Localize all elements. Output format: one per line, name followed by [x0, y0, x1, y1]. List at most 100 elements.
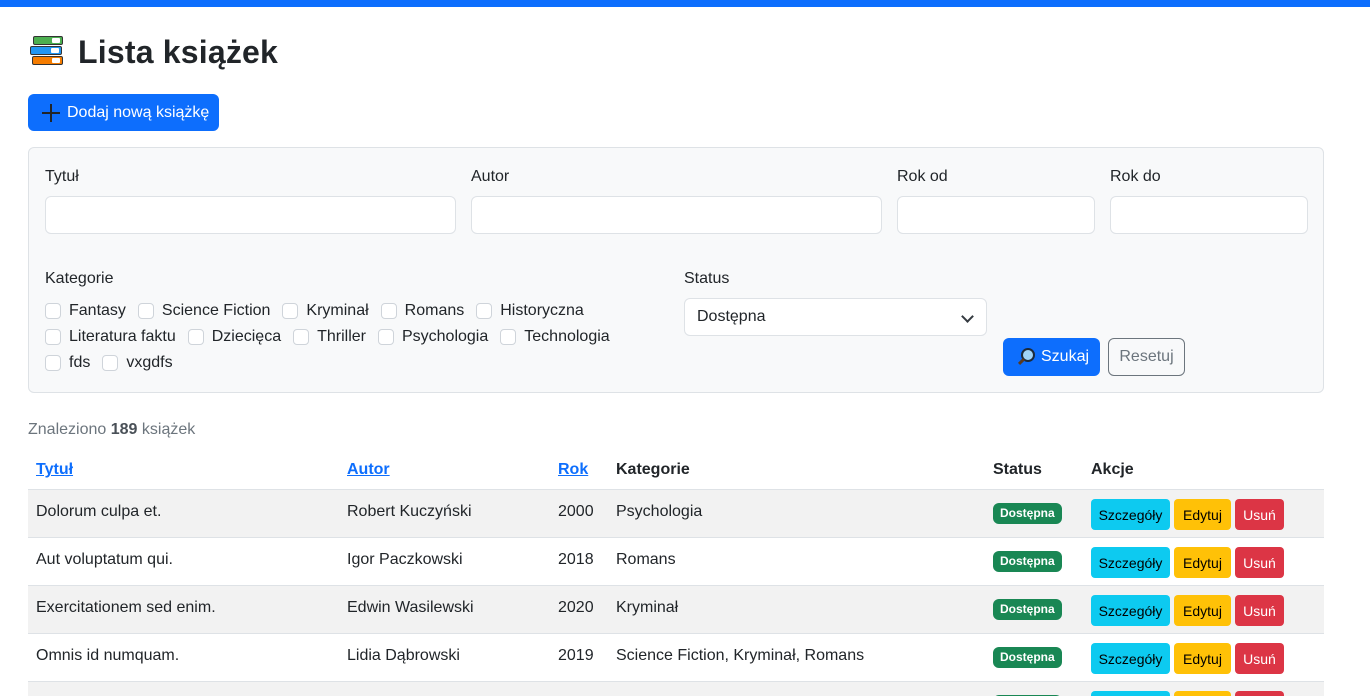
details-button[interactable]: Szczegóły [1091, 595, 1170, 626]
books-table: Tytuł Autor Rok Kategorie Status Akcje D… [28, 452, 1324, 696]
status-label: Status [684, 270, 730, 287]
results-count: Znaleziono 189 książek [28, 421, 196, 438]
year-from-input[interactable] [897, 196, 1095, 234]
book-title: Omnis id numquam. [36, 647, 180, 664]
edit-button[interactable]: Edytuj [1174, 547, 1231, 578]
checkbox[interactable] [500, 329, 517, 345]
category-thriller[interactable]: Thriller [293, 328, 366, 346]
category-kryminal[interactable]: Kryminał [282, 302, 369, 320]
book-title: Aut voluptatum qui. [36, 551, 173, 568]
delete-button[interactable]: Usuń [1235, 643, 1284, 674]
reset-button[interactable]: Resetuj [1108, 338, 1185, 376]
sort-by-author-link[interactable]: Autor [347, 461, 390, 479]
books-icon [28, 34, 66, 70]
delete-button[interactable]: Usuń [1235, 499, 1284, 530]
edit-button[interactable]: Edytuj [1174, 595, 1231, 626]
book-author: Robert Kuczyński [347, 503, 472, 520]
add-book-label: Dodaj nową książkę [67, 103, 210, 121]
book-categories: Kryminał [616, 599, 679, 616]
page-title: Lista książek [78, 33, 279, 70]
book-title: Dolorum culpa et. [36, 503, 162, 520]
book-year: 2018 [558, 551, 594, 568]
sort-by-title-link[interactable]: Tytuł [36, 461, 73, 479]
results-count-number: 189 [110, 421, 138, 438]
book-title: Exercitationem sed enim. [36, 599, 216, 616]
category-romans[interactable]: Romans [380, 302, 464, 320]
details-button[interactable] [1091, 691, 1170, 696]
checkbox[interactable] [476, 303, 493, 319]
book-year: 2019 [558, 647, 594, 664]
year-from-label: Rok od [897, 168, 948, 185]
edit-button[interactable] [1174, 691, 1231, 696]
author-filter-input[interactable] [471, 196, 882, 234]
actions-header: Akcje [1091, 461, 1134, 478]
category-psychologia[interactable]: Psychologia [377, 328, 488, 346]
status-select[interactable]: Dostępna [684, 298, 987, 336]
book-categories: Psychologia [616, 503, 703, 520]
page-header: Lista książek [28, 34, 278, 70]
table-row-partial [28, 682, 1324, 696]
categories-header: Kategorie [616, 461, 690, 478]
book-author: Lidia Dąbrowski [347, 647, 460, 664]
status-badge: Dostępna [993, 647, 1062, 668]
checkbox[interactable] [380, 303, 397, 319]
checkbox[interactable] [45, 355, 61, 371]
edit-button[interactable]: Edytuj [1174, 499, 1231, 530]
title-filter-label: Tytuł [45, 168, 79, 185]
category-literatura-faktu[interactable]: Literatura faktu [45, 328, 176, 346]
add-book-button[interactable]: Dodaj nową książkę [28, 94, 219, 131]
top-accent-bar [0, 0, 1370, 7]
book-author: Igor Paczkowski [347, 551, 463, 568]
delete-button[interactable] [1235, 691, 1284, 696]
checkbox[interactable] [187, 329, 204, 345]
checkbox[interactable] [45, 329, 61, 345]
status-badge: Dostępna [993, 551, 1062, 572]
details-button[interactable]: Szczegóły [1091, 547, 1170, 578]
title-filter-input[interactable] [45, 196, 456, 234]
year-to-input[interactable] [1110, 196, 1308, 234]
category-vxgdfs[interactable]: vxgdfs [102, 354, 173, 372]
checkbox[interactable] [282, 303, 299, 319]
category-technologia[interactable]: Technologia [500, 328, 610, 346]
category-fantasy[interactable]: Fantasy [45, 302, 126, 320]
category-historyczna[interactable]: Historyczna [476, 302, 584, 320]
table-row: Exercitationem sed enim. Edwin Wasilewsk… [28, 586, 1324, 634]
chevron-down-icon [961, 310, 974, 323]
category-science-fiction[interactable]: Science Fiction [137, 302, 270, 320]
edit-button[interactable]: Edytuj [1174, 643, 1231, 674]
author-filter-label: Autor [471, 168, 510, 185]
book-year: 2020 [558, 599, 594, 616]
sort-by-year-link[interactable]: Rok [558, 461, 588, 479]
delete-button[interactable]: Usuń [1235, 547, 1284, 578]
status-badge: Dostępna [993, 503, 1062, 524]
categories-row-1: Fantasy Science Fiction Kryminał Romans … [45, 302, 596, 320]
table-header: Tytuł Autor Rok Kategorie Status Akcje [28, 452, 1324, 490]
checkbox[interactable] [137, 303, 154, 319]
checkbox[interactable] [377, 329, 394, 345]
delete-button[interactable]: Usuń [1235, 595, 1284, 626]
book-year: 2000 [558, 503, 594, 520]
book-categories: Science Fiction, Kryminał, Romans [616, 647, 865, 664]
categories-row-2: Literatura faktu Dziecięca Thriller Psyc… [45, 328, 622, 346]
plus-icon [41, 103, 61, 123]
categories-label: Kategorie [45, 270, 114, 287]
table-row: Aut voluptatum qui. Igor Paczkowski 2018… [28, 538, 1324, 586]
magnifier-icon [1017, 348, 1035, 366]
category-fds[interactable]: fds [45, 354, 90, 372]
status-header: Status [993, 461, 1042, 478]
book-categories: Romans [616, 551, 676, 568]
details-button[interactable]: Szczegóły [1091, 499, 1170, 530]
year-to-label: Rok do [1110, 168, 1161, 185]
checkbox[interactable] [45, 303, 61, 319]
details-button[interactable]: Szczegóły [1091, 643, 1170, 674]
checkbox[interactable] [293, 329, 310, 345]
category-dziecieca[interactable]: Dziecięca [187, 328, 281, 346]
search-button[interactable]: Szukaj [1003, 338, 1100, 376]
status-select-value: Dostępna [697, 308, 766, 325]
categories-row-3: fds vxgdfs [45, 354, 185, 372]
search-button-label: Szukaj [1041, 348, 1090, 365]
table-row: Dolorum culpa et. Robert Kuczyński 2000 … [28, 490, 1324, 538]
filter-panel: Tytuł Autor Rok od Rok do Kategorie Fant… [28, 147, 1324, 393]
table-row: Omnis id numquam. Lidia Dąbrowski 2019 S… [28, 634, 1324, 682]
checkbox[interactable] [102, 355, 119, 371]
